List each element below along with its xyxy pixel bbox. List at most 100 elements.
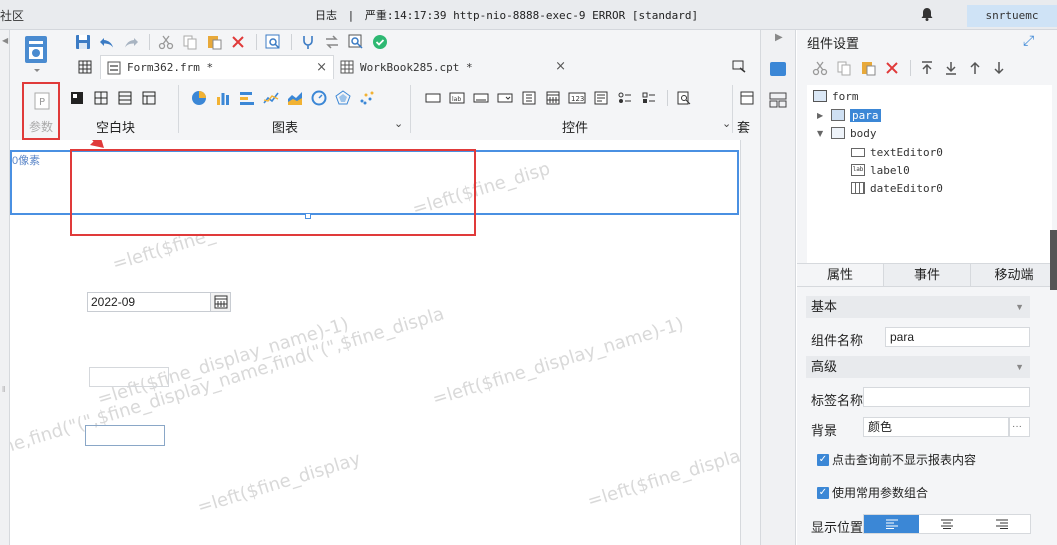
chevron-down-icon[interactable]: ⌄ bbox=[394, 117, 403, 130]
blank-block-group: 空白块 bbox=[66, 85, 178, 140]
move-up-icon[interactable] bbox=[964, 58, 986, 78]
widget-settings-icon[interactable] bbox=[770, 62, 786, 76]
tab-form362[interactable]: Form362.frm * × bbox=[100, 55, 334, 79]
tree-node-form[interactable]: form bbox=[813, 88, 859, 104]
preset-icon[interactable] bbox=[736, 88, 758, 108]
tree-node-body[interactable]: ▼ body bbox=[817, 125, 877, 141]
resize-grip-icon[interactable]: ‖ bbox=[2, 385, 5, 394]
date-value: 2022-09 bbox=[91, 295, 136, 309]
move-down-icon[interactable] bbox=[988, 58, 1010, 78]
tab-events[interactable]: 事件 bbox=[884, 264, 971, 286]
pin-icon[interactable]: ⤢ bbox=[1023, 32, 1034, 49]
plugin-icon[interactable] bbox=[297, 32, 319, 52]
check-circle-icon[interactable] bbox=[369, 32, 391, 52]
radio-group-widget-icon[interactable] bbox=[614, 88, 636, 108]
undo-icon[interactable] bbox=[96, 32, 118, 52]
label-widget[interactable] bbox=[89, 367, 169, 387]
log-area[interactable]: 日志 | 严重:14:17:39 http-nio-8888-exec-9 ER… bbox=[315, 7, 698, 23]
template-menu-icon[interactable] bbox=[22, 34, 52, 74]
chevron-down-icon[interactable]: ⌄ bbox=[722, 117, 731, 130]
number-widget-icon[interactable]: 123 bbox=[566, 88, 588, 108]
cut-icon[interactable] bbox=[809, 58, 831, 78]
section-label: 高级 bbox=[811, 359, 838, 374]
background-more-button[interactable]: ··· bbox=[1009, 417, 1030, 437]
background-label: 背景 bbox=[811, 423, 838, 438]
redo-icon[interactable] bbox=[120, 32, 142, 52]
background-field[interactable]: 颜色 bbox=[863, 417, 1009, 437]
expand-icon[interactable]: ▶ bbox=[817, 111, 827, 120]
switch-icon[interactable] bbox=[321, 32, 343, 52]
horizontal-bar-icon[interactable] bbox=[236, 88, 258, 108]
text-field-widget-icon[interactable] bbox=[422, 88, 444, 108]
tree-node-para[interactable]: ▶ para bbox=[817, 107, 881, 123]
params-button[interactable]: P 参数 bbox=[22, 82, 60, 140]
button-widget-icon[interactable] bbox=[470, 88, 492, 108]
hide-report-checkbox[interactable]: ✓ 点击查询前不显示报表内容 bbox=[817, 451, 976, 468]
user-badge[interactable]: snrtuemc bbox=[967, 5, 1057, 27]
community-link[interactable]: 社区 bbox=[0, 7, 24, 24]
tab-mobile[interactable]: 移动端 bbox=[971, 264, 1057, 286]
section-basic[interactable]: 基本 ▼ bbox=[806, 296, 1030, 318]
collapse-icon[interactable]: ▼ bbox=[817, 129, 827, 138]
tag-name-field[interactable] bbox=[863, 387, 1030, 407]
svg-text:P: P bbox=[39, 97, 45, 108]
text-editor-widget[interactable] bbox=[85, 425, 165, 446]
copy-icon[interactable] bbox=[833, 58, 855, 78]
expand-right-icon[interactable]: ▶ bbox=[775, 32, 783, 43]
section-advanced[interactable]: 高级 ▼ bbox=[806, 356, 1030, 378]
line-chart-icon[interactable] bbox=[260, 88, 282, 108]
design-canvas[interactable]: =left($fine_disp =left($fine_ =left($fin… bbox=[10, 140, 740, 545]
search-icon[interactable] bbox=[345, 32, 367, 52]
absolute-layout-icon[interactable] bbox=[66, 88, 88, 108]
gauge-chart-icon[interactable] bbox=[308, 88, 330, 108]
split-layout-icon[interactable] bbox=[90, 88, 112, 108]
bell-icon[interactable] bbox=[919, 6, 935, 22]
align-left-button[interactable] bbox=[864, 515, 920, 533]
calendar-icon[interactable] bbox=[210, 293, 230, 311]
tree-widget-icon[interactable] bbox=[518, 88, 540, 108]
pie-chart-icon[interactable] bbox=[188, 88, 210, 108]
move-bottom-icon[interactable] bbox=[940, 58, 962, 78]
close-icon[interactable]: × bbox=[316, 60, 327, 75]
delete-icon[interactable] bbox=[227, 32, 249, 52]
copy-icon[interactable] bbox=[179, 32, 201, 52]
combo-widget-icon[interactable] bbox=[494, 88, 516, 108]
tree-node-dateeditor[interactable]: dateEditor0 bbox=[851, 180, 943, 196]
save-icon[interactable] bbox=[72, 32, 94, 52]
layout-icon[interactable] bbox=[769, 92, 787, 108]
common-params-checkbox[interactable]: ✓ 使用常用参数组合 bbox=[817, 484, 928, 501]
date-widget-icon[interactable] bbox=[542, 88, 564, 108]
cut-icon[interactable] bbox=[155, 32, 177, 52]
svg-text:123: 123 bbox=[571, 95, 584, 103]
paste-icon[interactable] bbox=[203, 32, 225, 52]
tree-node-label[interactable]: lab label0 bbox=[851, 162, 910, 178]
label-widget-icon[interactable]: lab bbox=[446, 88, 468, 108]
scrollbar[interactable] bbox=[1050, 230, 1057, 290]
tab-properties[interactable]: 属性 bbox=[797, 264, 884, 286]
collapse-left-icon[interactable]: ◀ bbox=[2, 36, 8, 45]
tab-workbook285[interactable]: WorkBook285.cpt * × bbox=[334, 55, 572, 79]
move-top-icon[interactable] bbox=[916, 58, 938, 78]
paste-icon[interactable] bbox=[857, 58, 879, 78]
checkbox-group-widget-icon[interactable] bbox=[638, 88, 660, 108]
radar-chart-icon[interactable] bbox=[332, 88, 354, 108]
preview-icon[interactable] bbox=[262, 32, 284, 52]
tab-menu-icon[interactable] bbox=[732, 59, 746, 73]
textarea-widget-icon[interactable] bbox=[590, 88, 612, 108]
tree-node-texteditor[interactable]: textEditor0 bbox=[851, 144, 943, 160]
tab-layout-icon[interactable] bbox=[114, 88, 136, 108]
align-right-button[interactable] bbox=[974, 515, 1030, 533]
date-widget-icon bbox=[851, 182, 865, 194]
tab-grid-toggle[interactable] bbox=[72, 55, 100, 79]
component-name-field[interactable]: para bbox=[885, 327, 1030, 347]
close-icon[interactable]: × bbox=[555, 59, 566, 74]
delete-icon[interactable] bbox=[881, 58, 903, 78]
area-chart-icon[interactable] bbox=[284, 88, 306, 108]
bar-chart-icon[interactable] bbox=[212, 88, 234, 108]
align-center-button[interactable] bbox=[919, 515, 975, 533]
query-button-widget-icon[interactable] bbox=[673, 88, 695, 108]
tree-node-label: label0 bbox=[870, 163, 910, 177]
date-editor-widget[interactable]: 2022-09 bbox=[87, 292, 231, 312]
scatter-chart-icon[interactable] bbox=[356, 88, 378, 108]
grid-layout-icon[interactable] bbox=[138, 88, 160, 108]
